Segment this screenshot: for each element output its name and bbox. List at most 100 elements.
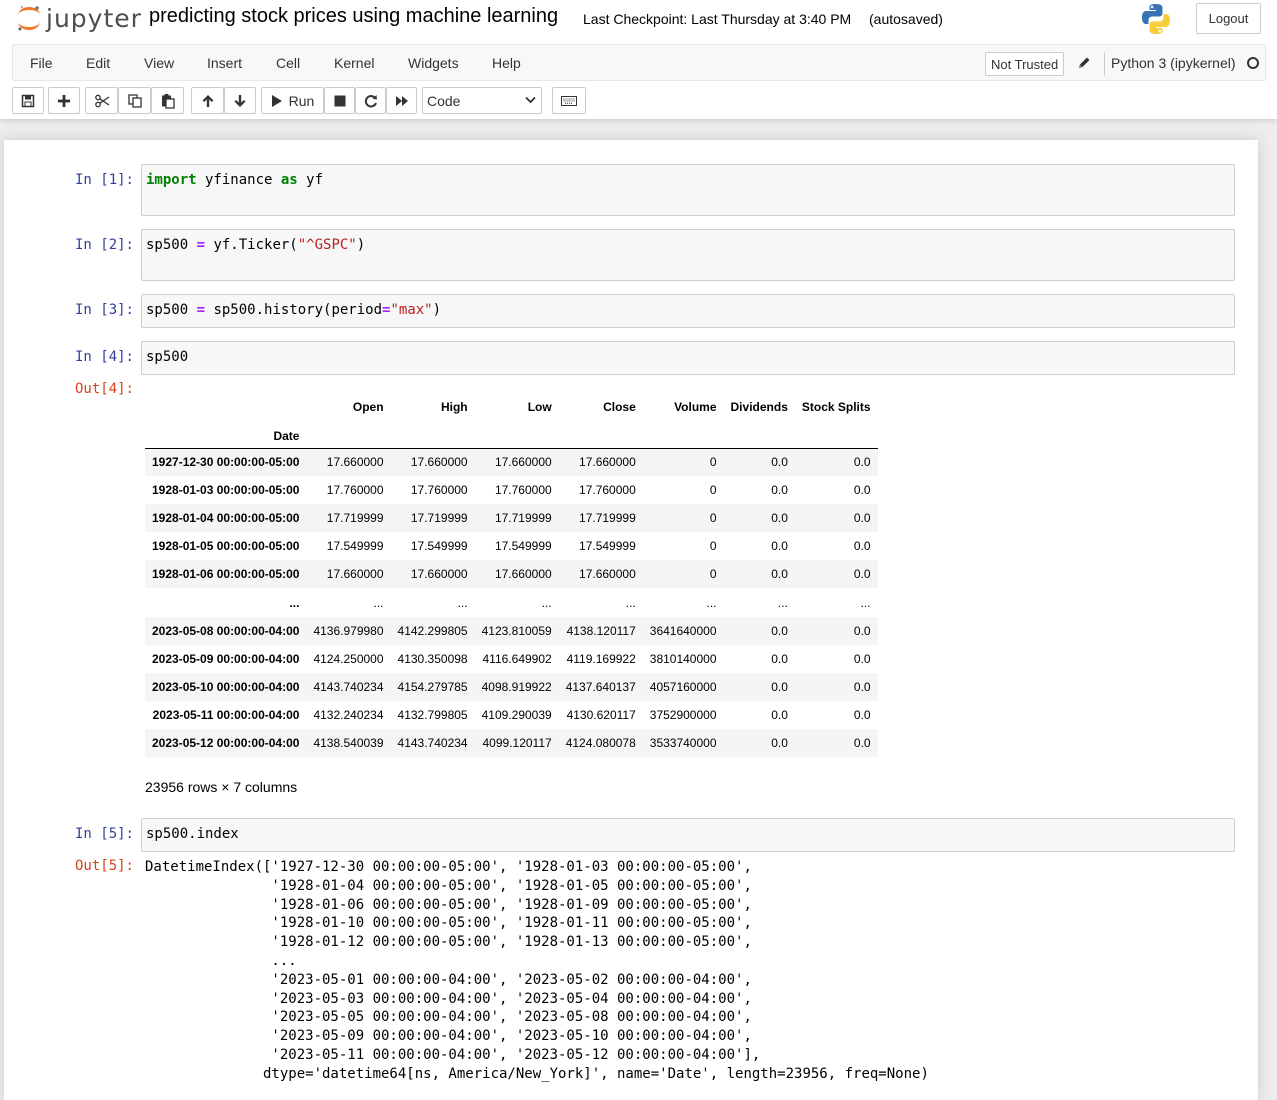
table-cell: 17.660000 [579, 567, 636, 581]
table-cell: ... [541, 595, 552, 610]
code-cell-input[interactable]: sp500.index [141, 818, 1235, 852]
table-cell: 4143.740234 [313, 680, 384, 694]
code-cell-input[interactable]: sp500 [141, 341, 1235, 375]
jupyter-logo[interactable]: jupyter [16, 2, 142, 34]
table-cell: 4124.250000 [313, 652, 384, 666]
restart-button[interactable] [355, 87, 386, 114]
interrupt-button[interactable] [324, 87, 355, 114]
output-line: '1928-01-10 00:00:00-05:00', '1928-01-11… [145, 915, 752, 932]
table-cell: 17.660000 [410, 455, 468, 470]
code-cell-input[interactable]: sp500 = sp500.history(period="max") [141, 294, 1235, 328]
logout-button[interactable]: Logout [1196, 3, 1261, 34]
output-prompt: Out[5]: [74, 858, 134, 874]
copy-button[interactable] [118, 87, 151, 114]
table-cell: ... [777, 595, 788, 610]
string-literal: "max" [390, 302, 433, 318]
jupyter-orbit-icon [18, 6, 40, 31]
table-cell: 0.0 [853, 511, 871, 525]
table-cell: 17.660000 [410, 567, 468, 581]
table-cell: 0.0 [853, 483, 871, 497]
table-row: 1928-01-06 00:00:00-05:00 17.660000 17.660… [145, 560, 878, 588]
table-cell: 4136.979980 [313, 624, 384, 638]
table-cell: 3810140000 [649, 652, 717, 666]
column-header: Low [527, 400, 552, 414]
menu-insert[interactable]: Insert [207, 55, 242, 71]
table-cell: 0.0 [771, 539, 788, 553]
table-cell: 0.0 [853, 652, 871, 666]
menu-view[interactable]: View [144, 55, 174, 71]
menu-help[interactable]: Help [492, 55, 521, 71]
insert-cell-button[interactable] [48, 87, 80, 114]
table-cell: 17.549999 [410, 539, 468, 553]
menu-widgets[interactable]: Widgets [408, 55, 459, 71]
code-segment: yf [297, 172, 324, 188]
table-cell: 4123.810059 [481, 624, 552, 638]
code-text: sp500.index [146, 826, 239, 842]
header-blank [642, 424, 724, 449]
run-button[interactable]: Run [261, 87, 324, 114]
cut-icon [94, 94, 109, 107]
code-text: sp500 = sp500.history(period="max") [146, 302, 441, 318]
table-cell: 4154.279785 [397, 680, 468, 694]
kernel-idle-indicator [1247, 57, 1259, 69]
table-cell: 4138.540039 [313, 736, 384, 750]
row-index: 1928-01-03 00:00:00-05:00 [152, 483, 300, 497]
table-cell: 17.719999 [326, 511, 384, 525]
table-cell: 4130.350098 [397, 652, 468, 666]
table-cell: 0.0 [771, 511, 788, 525]
table-cell: 4124.080078 [565, 736, 636, 750]
command-palette-button[interactable] [552, 87, 586, 114]
cut-button[interactable] [85, 87, 118, 114]
code-segment: yfinance [196, 172, 281, 188]
notebook-title[interactable]: predicting stock prices using machine le… [149, 5, 558, 28]
menu-cell[interactable]: Cell [276, 55, 300, 71]
pencil-icon[interactable] [1076, 55, 1092, 71]
output-line: '1928-01-06 00:00:00-05:00', '1928-01-09… [145, 896, 752, 913]
header-blank [723, 424, 795, 449]
play-icon [271, 94, 282, 107]
table-cell: ... [373, 595, 384, 610]
trust-button[interactable]: Not Trusted [985, 52, 1065, 76]
restart-run-all-button[interactable] [386, 87, 417, 114]
menu-kernel[interactable]: Kernel [334, 55, 374, 71]
table-cell: 17.719999 [579, 511, 636, 525]
table-cell: 0 [709, 567, 717, 581]
table-row: 2023-05-09 00:00:00-04:00 4124.250000 4130… [145, 645, 878, 673]
row-index: 2023-05-11 00:00:00-04:00 [152, 708, 300, 722]
notebook-container: In [1]: import yfinance as yf In [2]: sp… [4, 140, 1258, 1100]
operator: = [196, 302, 206, 318]
plus-icon [58, 94, 70, 107]
output-line: '1928-01-12 00:00:00-05:00', '1928-01-13… [145, 934, 752, 951]
table-cell: 4119.169922 [566, 652, 636, 666]
save-button[interactable] [12, 87, 44, 114]
row-index: 1928-01-04 00:00:00-05:00 [152, 511, 300, 525]
python-logo-icon [1142, 4, 1170, 34]
dataframe-body: 1927-12-30 00:00:00-05:00 17.660000 17.660… [145, 448, 878, 757]
table-cell: 4130.620117 [566, 708, 636, 722]
table-cell: 17.760000 [494, 483, 552, 497]
menu-edit[interactable]: Edit [86, 55, 110, 71]
table-cell: 4057160000 [649, 680, 717, 694]
table-cell: 17.760000 [579, 483, 636, 497]
table-cell: 0 [709, 539, 717, 553]
table-cell: 0.0 [771, 567, 788, 581]
move-down-button[interactable] [224, 87, 256, 114]
code-segment: ) [432, 302, 442, 318]
table-cell: 17.660000 [326, 455, 384, 470]
output-line: '2023-05-09 00:00:00-04:00', '2023-05-10… [145, 1028, 752, 1045]
table-cell: 4143.740234 [397, 736, 468, 750]
menu-file[interactable]: File [30, 55, 53, 71]
code-cell-input[interactable]: import yfinance as yf [141, 164, 1235, 216]
code-cell-input[interactable]: sp500 = yf.Ticker("^GSPC") [141, 229, 1235, 281]
table-cell: 0 [709, 455, 717, 470]
move-up-button[interactable] [191, 87, 224, 114]
table-cell: 4138.120117 [566, 624, 636, 638]
table-cell: 17.760000 [410, 483, 468, 497]
kernel-name[interactable]: Python 3 (ipykernel) [1111, 55, 1236, 71]
table-cell: 0.0 [853, 708, 871, 722]
arrow-up-icon [202, 94, 213, 107]
kernel-separator [1104, 52, 1105, 76]
column-header: Open [352, 400, 384, 414]
paste-button[interactable] [151, 87, 184, 114]
cell-type-select[interactable]: Code [422, 87, 542, 114]
